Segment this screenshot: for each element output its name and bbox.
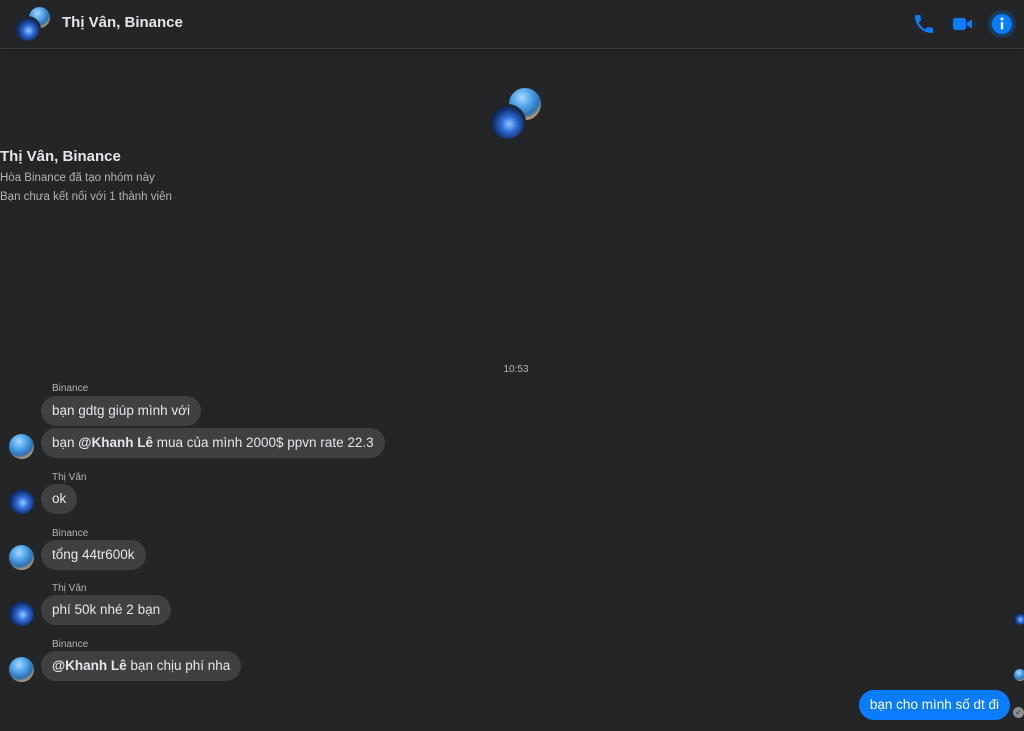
intro-created-text: Hòa Binance đã tạo nhóm này: [0, 172, 155, 184]
message-text: bạn chịu phí nha: [126, 658, 231, 673]
message-bubble[interactable]: phí 50k nhé 2 bạn: [41, 595, 172, 625]
phone-icon[interactable]: [912, 12, 936, 36]
read-receipt-avatar: [1014, 613, 1024, 625]
sender-name: Thị Vân: [52, 583, 87, 594]
intro-connections-text: Bạn chưa kết nối với 1 thành viên: [0, 191, 172, 203]
outgoing-message-bubble[interactable]: bạn cho mình số dt đi: [858, 690, 1010, 720]
member-avatar-binance: [14, 16, 41, 43]
message-text: phí 50k nhé 2 bạn: [52, 602, 161, 617]
group-avatar[interactable]: [14, 5, 54, 45]
sender-name: Binance: [52, 528, 89, 539]
avatar[interactable]: [9, 657, 34, 682]
info-icon: [990, 12, 1014, 36]
read-receipt-avatar: [1014, 669, 1024, 681]
intro-group-avatar: [489, 86, 545, 142]
message-text: tổng 44tr600k: [52, 547, 135, 562]
avatar[interactable]: [9, 489, 34, 514]
message-text: mua của mình 2000$ ppvn rate 22.3: [152, 435, 374, 450]
sent-check-icon: ✓: [1013, 707, 1024, 718]
avatar[interactable]: [9, 434, 34, 459]
message-text: bạn: [52, 435, 79, 450]
info-button[interactable]: [988, 10, 1016, 38]
mention-link[interactable]: @Khanh Lê: [78, 435, 153, 450]
message-bubble[interactable]: bạn gdtg giúp mình với: [41, 396, 201, 426]
member-avatar-binance: [489, 104, 526, 141]
message-text: bạn gdtg giúp mình với: [52, 403, 190, 418]
sender-name: Binance: [52, 639, 89, 650]
intro-title: Thị Vân, Binance: [0, 148, 121, 165]
message-text: ok: [52, 491, 67, 506]
message-timestamp: 10:53: [503, 364, 529, 375]
conversation-title[interactable]: Thị Vân, Binance: [62, 14, 183, 31]
message-bubble[interactable]: @Khanh Lê bạn chịu phí nha: [41, 651, 242, 681]
avatar[interactable]: [9, 601, 34, 626]
mention-link[interactable]: @Khanh Lê: [52, 658, 127, 673]
video-camera-icon[interactable]: [951, 12, 975, 36]
message-bubble[interactable]: ok: [41, 484, 78, 514]
avatar[interactable]: [9, 545, 34, 570]
sender-name: Thị Vân: [52, 472, 87, 483]
message-bubble[interactable]: bạn @Khanh Lê mua của mình 2000$ ppvn ra…: [41, 428, 385, 458]
message-bubble[interactable]: tổng 44tr600k: [41, 540, 146, 570]
conversation-header: Thị Vân, Binance: [0, 0, 1024, 49]
sender-name: Binance: [52, 383, 89, 394]
message-text: bạn cho mình số dt đi: [869, 697, 999, 712]
